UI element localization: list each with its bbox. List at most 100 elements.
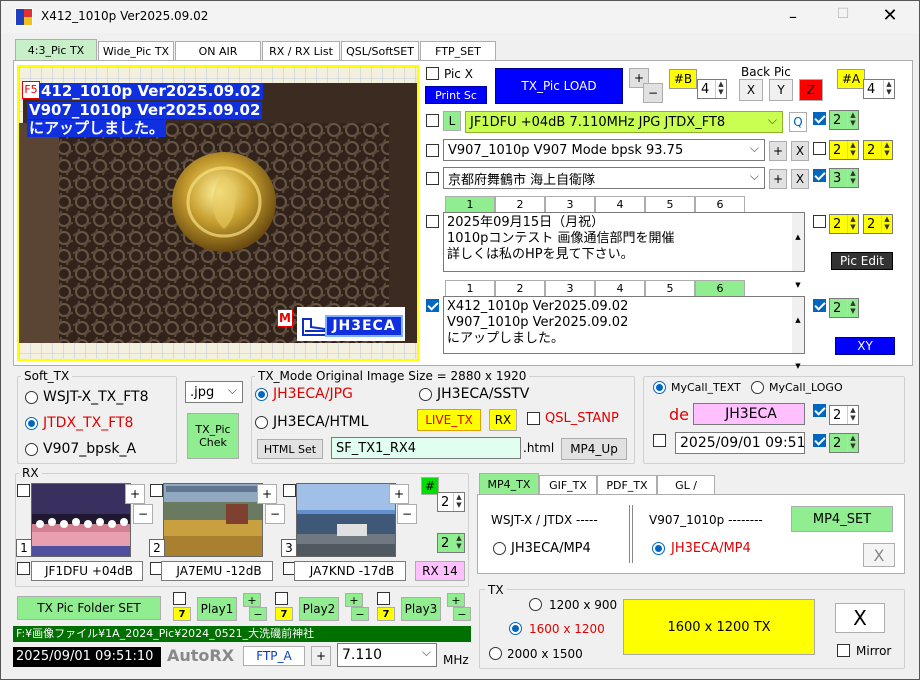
memo1-spinner-b[interactable]: 2 ▲ ▼ <box>863 214 893 234</box>
pic-edit-button[interactable]: Pic Edit <box>831 252 893 270</box>
mycall-spinner[interactable]: 2 ▲ ▼ <box>829 405 859 425</box>
live-tx-button[interactable]: LIVE_TX <box>417 409 481 431</box>
memo1-tab-5[interactable]: 5 <box>645 196 695 212</box>
xy-button[interactable]: XY <box>835 337 895 355</box>
datetime-spin-checkbox[interactable] <box>813 434 826 447</box>
q-button[interactable]: Q <box>789 112 807 132</box>
tab-mp4-tx[interactable]: MP4_TX <box>479 473 539 495</box>
l-button[interactable]: L <box>443 111 461 131</box>
wsjt-mp4-radio[interactable] <box>493 542 506 555</box>
sstv-radio[interactable] <box>419 388 432 401</box>
rx-button[interactable]: RX <box>489 409 517 431</box>
play1-minus-button[interactable]: − <box>249 607 267 621</box>
line1-combo[interactable]: JF1DFU +04dB 7.110MHz JPG JTDX_FT8 <box>465 111 783 133</box>
rx2-thumbnail[interactable] <box>163 483 263 557</box>
rx-minus-button[interactable]: − <box>265 504 285 524</box>
mycall-input[interactable]: JH3ECA <box>693 403 805 425</box>
mirror-checkbox[interactable] <box>837 644 850 657</box>
rx-spinner-b[interactable]: 2 ▲ ▼ <box>437 533 465 553</box>
line3-spinner[interactable]: 3 ▲ ▼ <box>829 168 859 188</box>
maximize-button[interactable]: ☐ <box>835 6 851 26</box>
pic-x-checkbox[interactable] <box>426 67 439 80</box>
tab-wide-pic-tx[interactable]: Wide_Pic TX <box>98 41 174 61</box>
memo2-textarea[interactable]: X412_1010p Ver2025.09.02 V907_1010p Ver2… <box>443 296 805 370</box>
html-radio[interactable] <box>255 416 268 429</box>
qsl-stamp-checkbox[interactable] <box>527 412 540 425</box>
line2-spinner-a[interactable]: 2 ▲ ▼ <box>829 140 859 160</box>
tx-close-button[interactable]: X <box>835 603 885 633</box>
tx-picture-preview[interactable]: F5 412_1010p Ver2025.09.02 V907_1010p Ve… <box>17 65 419 361</box>
line1-checkbox[interactable] <box>426 114 439 127</box>
memo1-tab-6[interactable]: 6 <box>695 196 745 212</box>
line3-plus-button[interactable]: + <box>769 169 787 189</box>
line2-spin-checkbox[interactable] <box>813 142 826 155</box>
line3-x-button[interactable]: X <box>791 169 809 189</box>
rx1-thumbnail[interactable] <box>31 483 131 557</box>
jtdx-radio[interactable] <box>25 417 38 430</box>
rx-minus-button[interactable]: − <box>397 504 417 524</box>
memo2-tab-1[interactable]: 1 <box>445 280 495 296</box>
tx-button[interactable]: 1600 x 1200 TX <box>623 599 815 655</box>
memo1-checkbox[interactable] <box>426 215 439 228</box>
memo2-tab-5[interactable]: 5 <box>645 280 695 296</box>
memo2-tab-2[interactable]: 2 <box>495 280 545 296</box>
memo1-tab-3[interactable]: 3 <box>545 196 595 212</box>
play2-button[interactable]: Play2 <box>299 597 339 621</box>
size-1200-radio[interactable] <box>529 598 542 611</box>
tab-ftp-set[interactable]: FTP_SET <box>420 41 496 61</box>
scrollbar[interactable]: ▲ ▼ <box>792 213 804 289</box>
rx-minus-button[interactable]: − <box>133 504 153 524</box>
size-2000-radio[interactable] <box>489 647 502 660</box>
size-1600-radio[interactable] <box>509 622 522 635</box>
memo1-textarea[interactable]: 2025年09月15日（月祝） 1010pコンテスト 画像通信部門を開催 詳しく… <box>443 212 805 289</box>
b-spinner[interactable]: 4 ▲ ▼ <box>697 79 727 99</box>
line2-checkbox[interactable] <box>426 144 439 157</box>
play3-plus-button[interactable]: + <box>447 593 465 607</box>
datetime-input[interactable]: 2025/09/01 09:51 <box>675 432 805 454</box>
mycall-logo-radio[interactable] <box>751 381 764 394</box>
tx-pic-folder-set-button[interactable]: TX Pic Folder SET <box>17 596 161 620</box>
memo1-spinner-a[interactable]: 2 ▲ ▼ <box>829 214 859 234</box>
memo2-spin-checkbox[interactable] <box>813 299 826 312</box>
tab-4-3-pic-tx[interactable]: 4:3_Pic TX <box>15 39 97 61</box>
play2-minus-button[interactable]: − <box>351 607 369 621</box>
line1-spin-checkbox[interactable] <box>813 112 826 125</box>
line2-combo[interactable]: V907_1010p V907 Mode bpsk 93.75 <box>443 139 765 161</box>
play3-button[interactable]: Play3 <box>401 597 441 621</box>
v907-mp4-radio[interactable] <box>652 542 665 555</box>
wsjt-radio[interactable] <box>25 391 38 404</box>
play1-checkbox[interactable] <box>173 592 186 605</box>
play2-checkbox[interactable] <box>275 592 288 605</box>
back-z-button[interactable]: Z <box>799 79 823 101</box>
rx14-button[interactable]: RX 14 <box>415 561 465 581</box>
html-set-button[interactable]: HTML Set <box>257 439 323 459</box>
mycall-text-radio[interactable] <box>653 381 666 394</box>
rx-plus-button[interactable]: + <box>257 484 277 504</box>
html-filename-input[interactable]: SF_TX1_RX4 <box>331 437 521 459</box>
line2-plus-button[interactable]: + <box>769 141 787 161</box>
rx-spinner-a[interactable]: 2 ▲ ▼ <box>437 492 465 512</box>
print-sc-button[interactable]: Print Sc <box>425 86 487 104</box>
memo2-checkbox[interactable] <box>426 299 439 312</box>
tx-pic-load-button[interactable]: TX_Pic LOAD <box>495 68 623 104</box>
line3-combo[interactable]: 京都府舞鶴市 海上自衛隊 <box>443 167 765 189</box>
rx1-checkbox[interactable] <box>17 484 30 497</box>
play3-minus-button[interactable]: − <box>453 607 471 621</box>
back-y-button[interactable]: Y <box>769 79 793 101</box>
line3-spin-checkbox[interactable] <box>813 169 826 182</box>
rx3-checkbox[interactable] <box>283 484 296 497</box>
scrollbar[interactable]: ▲ ▼ <box>792 297 804 370</box>
frequency-select[interactable]: 7.110 <box>337 643 437 667</box>
rx3-thumbnail[interactable] <box>296 483 396 557</box>
line2-x-button[interactable]: X <box>791 141 809 161</box>
tab-qsl-softset[interactable]: QSL/SoftSET <box>341 41 419 61</box>
line2-spinner-b[interactable]: 2 ▲ ▼ <box>863 140 893 160</box>
tab-rx-list[interactable]: RX / RX List <box>262 41 340 61</box>
datetime-spinner[interactable]: 2 ▲ ▼ <box>829 433 859 453</box>
rx1-label-checkbox[interactable] <box>17 562 30 575</box>
datetime-checkbox[interactable] <box>653 434 666 447</box>
play1-button[interactable]: Play1 <box>197 597 237 621</box>
mp4-set-button[interactable]: MP4_SET <box>791 506 893 532</box>
tx-pic-chek-button[interactable]: TX_Pic Chek <box>187 413 239 459</box>
memo2-tab-4[interactable]: 4 <box>595 280 645 296</box>
